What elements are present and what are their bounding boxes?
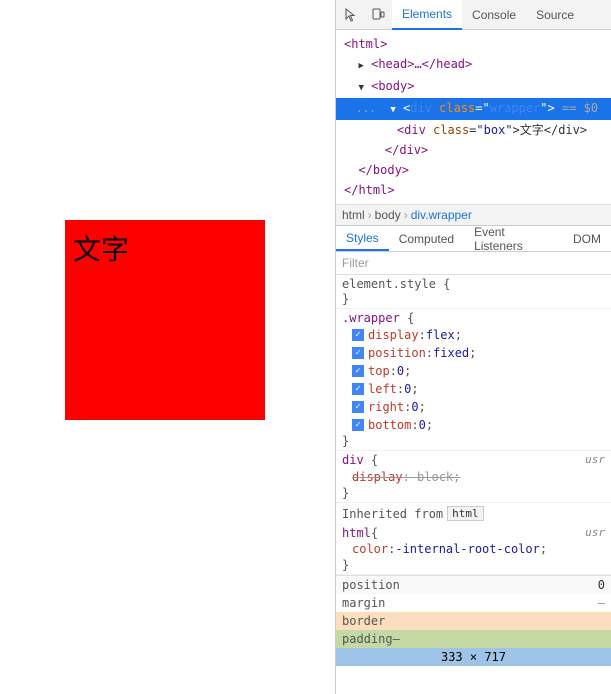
devtools-top-tabs: Elements Console Source — [336, 0, 611, 30]
bottom-checkbox[interactable]: ✓ — [352, 419, 364, 431]
element-style-selector: element.style { — [342, 277, 605, 291]
tab-event-listeners[interactable]: Event Listeners — [464, 226, 563, 251]
filter-label: Filter — [342, 256, 369, 270]
prop-left: ✓ left: 0; — [352, 380, 605, 398]
inherited-tag: html — [447, 506, 484, 521]
tab-console[interactable]: Console — [462, 0, 526, 30]
breadcrumb-body[interactable]: body — [375, 208, 401, 222]
prop-right: ✓ right: 0; — [352, 398, 605, 416]
dom-line-close-html[interactable]: </html> — [336, 180, 611, 200]
tab-dom[interactable]: DOM — [563, 226, 611, 251]
box-model-section: position 0 margin – border padding– 333 … — [336, 575, 611, 666]
position-checkbox[interactable]: ✓ — [352, 347, 364, 359]
red-wrapper-box: 文字 — [65, 220, 265, 420]
wrapper-selector: .wrapper { — [342, 311, 605, 325]
webpage-preview: 文字 — [0, 0, 335, 694]
dom-line-body[interactable]: ▼ <body> — [336, 76, 611, 98]
prop-display: ✓ display: flex; — [352, 326, 605, 344]
dom-line-box[interactable]: <div class="box">文字</div> — [336, 120, 611, 140]
prop-position: ✓ position: fixed; — [352, 344, 605, 362]
box-model-margin-row: margin – — [336, 594, 611, 612]
box-model-position-row: position 0 — [336, 576, 611, 594]
box-model-size: 333 × 717 — [336, 648, 611, 666]
prop-color: color: -internal-root-color; — [352, 540, 605, 558]
tab-elements[interactable]: Elements — [392, 0, 462, 30]
dom-line-head[interactable]: ▶ <head>…</head> — [336, 54, 611, 76]
breadcrumb: html › body › div.wrapper — [336, 205, 611, 226]
devtools-panel: Elements Console Source <html> ▶ <head>…… — [335, 0, 611, 694]
box-model-border-row: border — [336, 612, 611, 630]
dom-line-wrapper[interactable]: ... ▼ <div class="wrapper"> == $0 — [336, 98, 611, 120]
display-checkbox[interactable]: ✓ — [352, 329, 364, 341]
style-tabs: Styles Computed Event Listeners DOM — [336, 226, 611, 252]
html-ua-label: usr — [585, 526, 605, 540]
right-checkbox[interactable]: ✓ — [352, 401, 364, 413]
tab-styles[interactable]: Styles — [336, 226, 389, 251]
cursor-icon[interactable] — [336, 0, 364, 30]
tab-computed[interactable]: Computed — [389, 226, 464, 251]
html-rule: html { usr color: -internal-root-color; … — [336, 524, 611, 575]
dom-line-html[interactable]: <html> — [336, 34, 611, 54]
dom-line-close-div[interactable]: </div> — [336, 140, 611, 160]
div-selector: div { — [342, 453, 378, 467]
tab-source[interactable]: Source — [526, 0, 584, 30]
element-style-rule: element.style { } — [336, 275, 611, 309]
device-icon[interactable] — [364, 0, 392, 30]
inherited-from: Inherited from html — [336, 503, 611, 524]
wrapper-rule: .wrapper { ✓ display: flex; ✓ position: … — [336, 309, 611, 451]
div-ua-label: usr — [585, 453, 605, 468]
div-rule: div { usr display: block; } — [336, 451, 611, 503]
div-body: display: block; — [342, 468, 605, 486]
chinese-text: 文字 — [73, 228, 129, 268]
dom-line-close-body[interactable]: </body> — [336, 160, 611, 180]
filter-bar: Filter — [336, 252, 611, 275]
top-checkbox[interactable]: ✓ — [352, 365, 364, 377]
breadcrumb-wrapper[interactable]: div.wrapper — [411, 208, 472, 222]
left-checkbox[interactable]: ✓ — [352, 383, 364, 395]
prop-display-block: display: block; — [352, 468, 605, 486]
html-rule-body: color: -internal-root-color; — [342, 540, 605, 558]
prop-top: ✓ top: 0; — [352, 362, 605, 380]
breadcrumb-html[interactable]: html — [342, 208, 365, 222]
dom-tree: <html> ▶ <head>…</head> ▼ <body> ... ▼ <… — [336, 30, 611, 205]
prop-bottom: ✓ bottom: 0; — [352, 416, 605, 434]
wrapper-body: ✓ display: flex; ✓ position: fixed; ✓ to… — [342, 326, 605, 434]
box-model-padding-row: padding– — [336, 630, 611, 648]
styles-content: element.style { } .wrapper { ✓ display: … — [336, 275, 611, 694]
